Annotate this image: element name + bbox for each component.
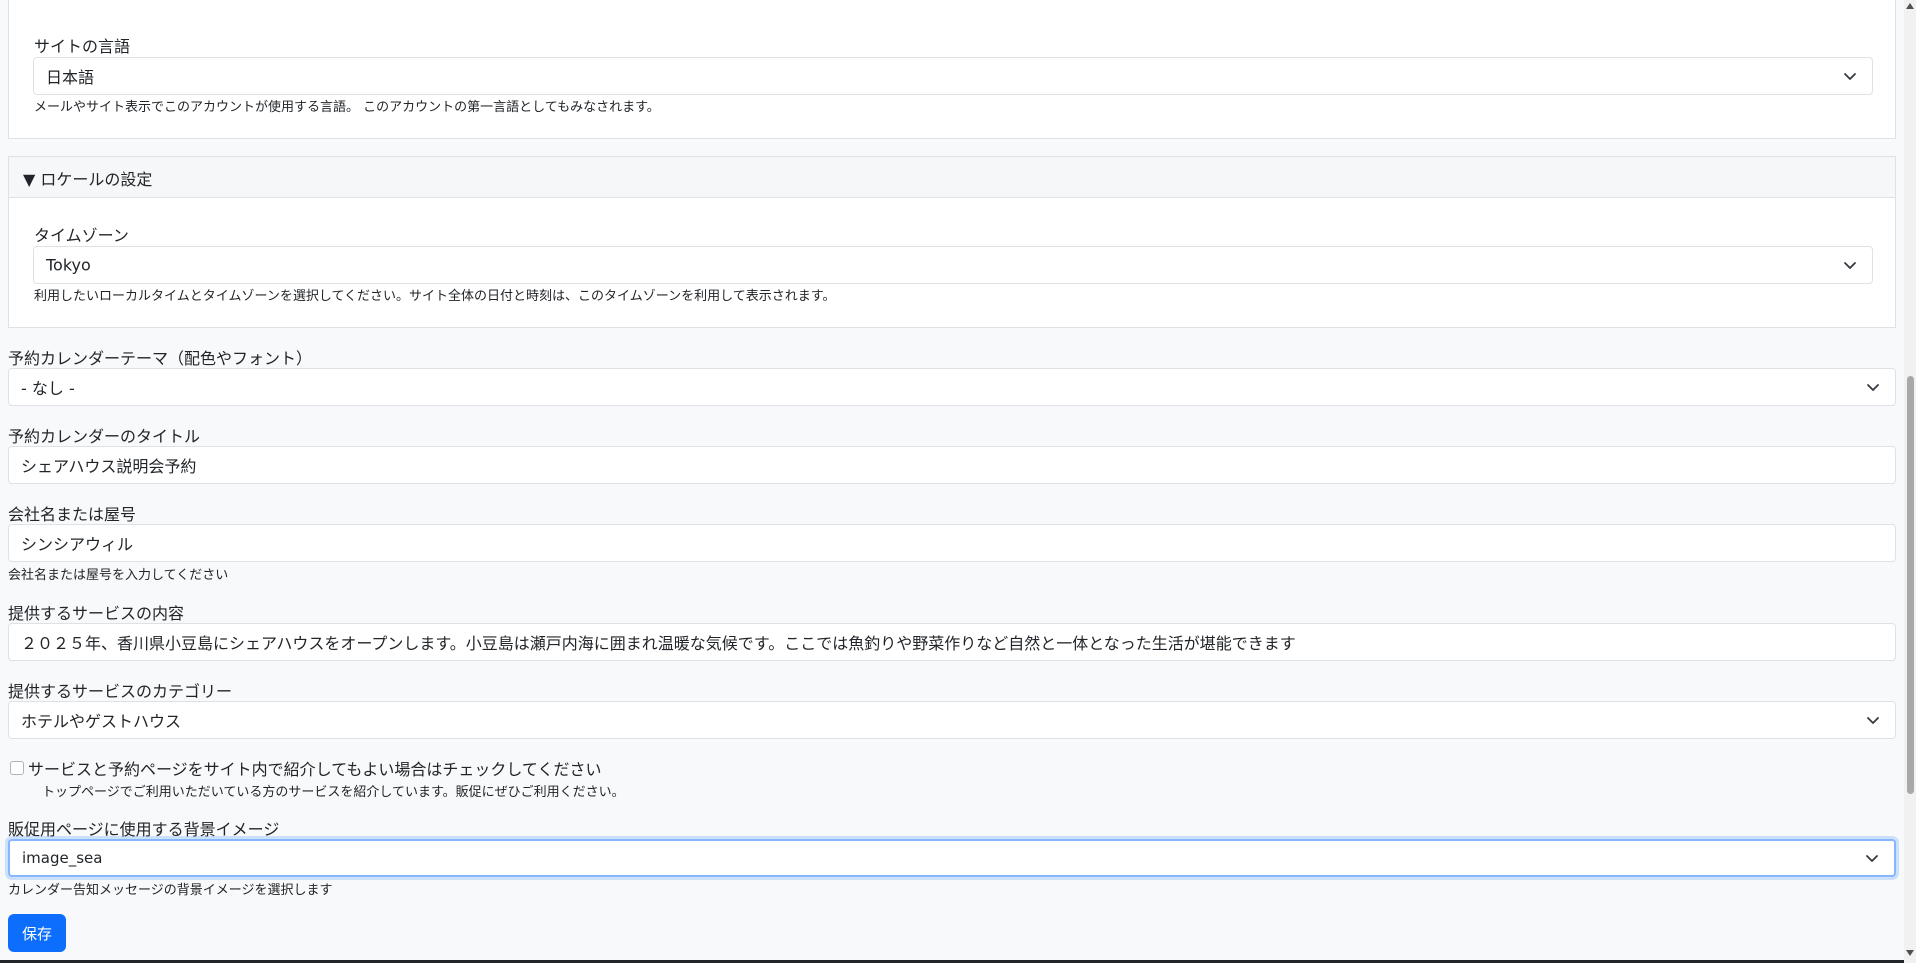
introduce-help: トップページでご利用いただいている方のサービスを紹介しています。販促にぜひご利用… [42,785,625,800]
service-category-label: 提供するサービスのカテゴリー [8,682,233,701]
calendar-title-value: シェアハウス説明会予約 [21,457,197,476]
scrollbar-thumb[interactable] [1907,376,1914,794]
chevron-down-icon [1866,855,1878,862]
calendar-title-label: 予約カレンダーのタイトル [8,427,201,446]
service-content-label: 提供するサービスの内容 [8,604,185,623]
introduce-checkbox[interactable] [10,761,24,775]
locale-legend[interactable]: ▼ ロケールの設定 [9,157,1895,198]
chevron-down-icon [1867,717,1879,724]
theme-value: - なし - [21,379,75,398]
service-content-input[interactable]: ２０２５年、香川県小豆島にシェアハウスをオープンします。小豆島は瀬戸内海に囲まれ… [8,623,1896,661]
company-help: 会社名または屋号を入力してください [8,568,229,583]
chevron-down-icon [1844,262,1856,269]
timezone-value: Tokyo [46,255,91,275]
company-value: シンシアウィル [21,535,134,554]
timezone-label: タイムゾーン [34,226,129,245]
locale-fieldset: ▼ ロケールの設定 タイムゾーン Tokyo 利用したいローカルタイムとタイムゾ… [8,156,1896,328]
site-language-label: サイトの言語 [34,37,131,56]
vertical-scrollbar[interactable] [1904,0,1916,963]
timezone-select[interactable]: Tokyo [33,246,1873,284]
chevron-down-icon [1867,384,1879,391]
locale-legend-label: ▼ ロケールの設定 [23,170,153,189]
site-language-help: メールやサイト表示でこのアカウントが使用する言語。 このアカウントの第一言語とし… [34,100,660,115]
background-image-help: カレンダー告知メッセージの背景イメージを選択します [8,883,333,898]
service-category-select[interactable]: ホテルやゲストハウス [8,701,1896,739]
background-image-label: 販促用ページに使用する背景イメージ [8,820,280,839]
language-fieldset: サイトの言語 日本語 メールやサイト表示でこのアカウントが使用する言語。 このア… [8,0,1896,139]
timezone-help: 利用したいローカルタイムとタイムゾーンを選択してください。サイト全体の日付と時刻… [34,289,836,304]
service-content-value: ２０２５年、香川県小豆島にシェアハウスをオープンします。小豆島は瀬戸内海に囲まれ… [21,634,1296,653]
site-language-select[interactable]: 日本語 [33,57,1873,95]
background-image-value: image_sea [22,849,103,867]
introduce-label[interactable]: サービスと予約ページをサイト内で紹介してもよい場合はチェックしてください [28,756,601,780]
theme-label: 予約カレンダーテーマ（配色やフォント） [8,349,313,368]
save-button[interactable]: 保存 [8,914,66,952]
scroll-up-arrow-icon[interactable] [1906,3,1914,9]
calendar-title-input[interactable]: シェアハウス説明会予約 [8,446,1896,484]
settings-form: サイトの言語 日本語 メールやサイト表示でこのアカウントが使用する言語。 このア… [0,0,1904,963]
theme-select[interactable]: - なし - [8,368,1896,406]
service-category-value: ホテルやゲストハウス [21,712,182,731]
site-language-value: 日本語 [46,68,95,87]
company-label: 会社名または屋号 [8,505,137,524]
company-input[interactable]: シンシアウィル [8,524,1896,562]
chevron-down-icon [1844,73,1856,80]
background-image-select[interactable]: image_sea [8,839,1896,877]
scroll-down-arrow-icon[interactable] [1906,950,1914,956]
